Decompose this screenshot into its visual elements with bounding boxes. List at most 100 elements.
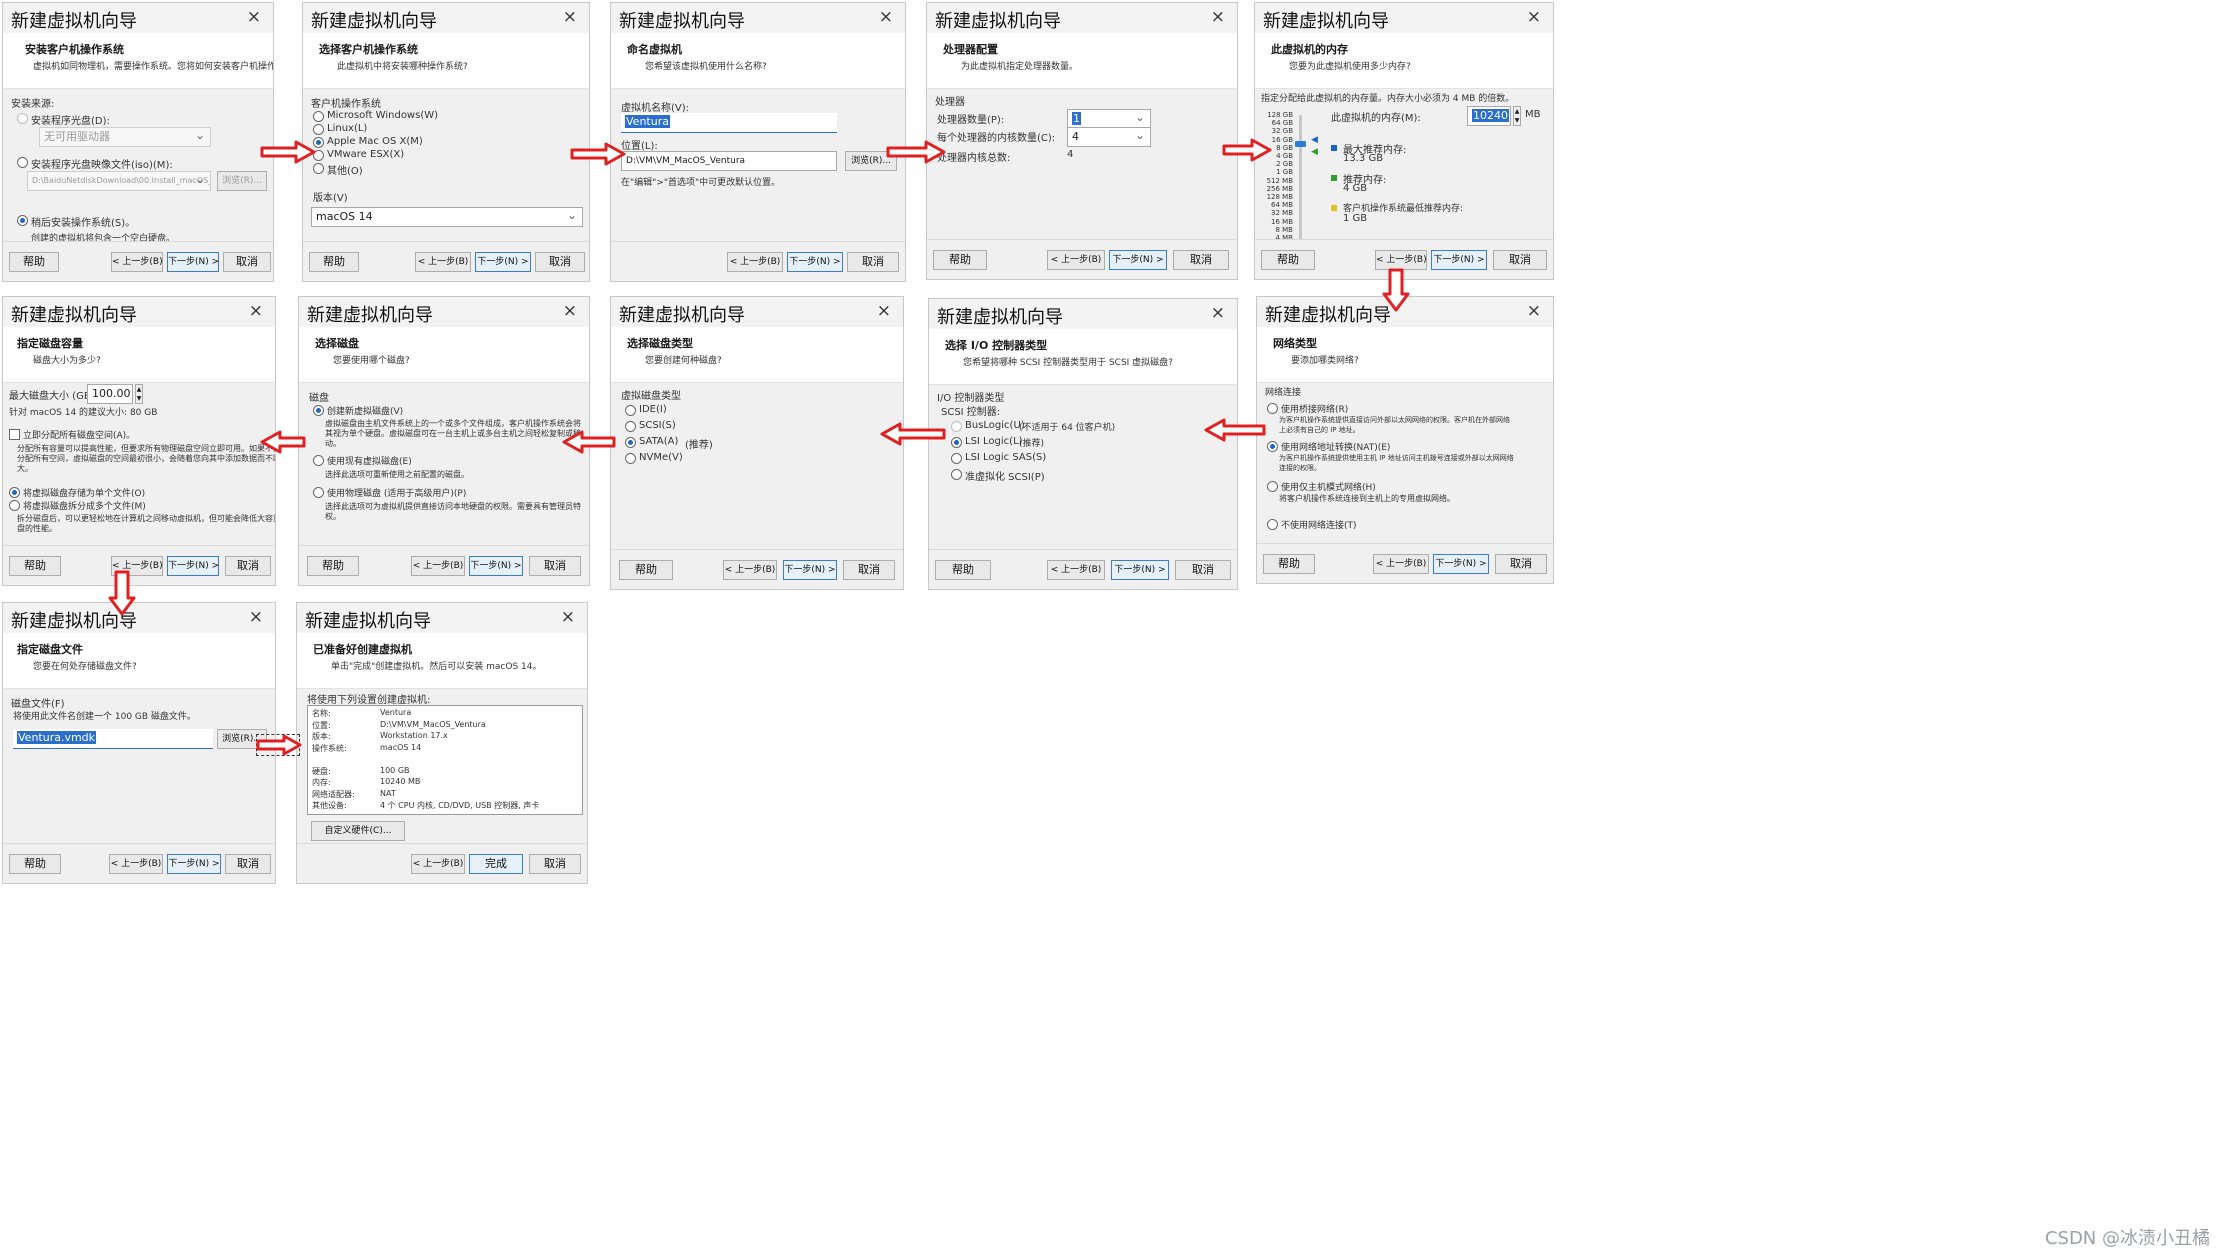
back-button[interactable]: < 上一步(B) <box>411 854 465 874</box>
close-icon[interactable]: × <box>249 301 263 321</box>
disk-file-input[interactable]: Ventura.vmdk <box>13 729 213 749</box>
back-button[interactable]: < 上一步(B) <box>1373 554 1429 574</box>
back-button[interactable]: < 上一步(B) <box>727 252 783 272</box>
step-heading: 选择客户机操作系统 <box>319 43 418 56</box>
cancel-button[interactable]: 取消 <box>1495 554 1547 574</box>
next-button[interactable]: 下一步(N) > <box>1431 250 1487 270</box>
close-icon[interactable]: × <box>1527 7 1541 27</box>
back-button[interactable]: < 上一步(B) <box>723 560 777 580</box>
close-icon[interactable]: × <box>879 7 893 27</box>
cancel-button[interactable]: 取消 <box>1173 250 1229 270</box>
radio-scsi[interactable] <box>625 421 636 432</box>
close-icon[interactable]: × <box>563 7 577 27</box>
back-button[interactable]: < 上一步(B) <box>1047 250 1105 270</box>
next-button[interactable]: 下一步(N) > <box>1109 250 1167 270</box>
close-icon[interactable]: × <box>247 7 261 27</box>
radio-paravirtual-scsi[interactable] <box>951 469 962 480</box>
cancel-button[interactable]: 取消 <box>529 556 581 576</box>
back-button[interactable]: < 上一步(B) <box>411 556 465 576</box>
cancel-button[interactable]: 取消 <box>535 252 585 272</box>
radio-linux[interactable] <box>313 124 324 135</box>
cancel-button[interactable]: 取消 <box>843 560 895 580</box>
help-button[interactable]: 帮助 <box>933 250 987 270</box>
close-icon[interactable]: × <box>1211 303 1225 323</box>
radio-new-disk[interactable] <box>313 405 324 416</box>
cancel-button[interactable]: 取消 <box>225 854 271 874</box>
help-button[interactable]: 帮助 <box>1261 250 1315 270</box>
next-button[interactable]: 下一步(N) > <box>1433 554 1489 574</box>
cancel-button[interactable]: 取消 <box>847 252 899 272</box>
next-button[interactable]: 下一步(N) > <box>1111 560 1169 580</box>
allocate-all-checkbox[interactable] <box>9 429 20 440</box>
help-button[interactable]: 帮助 <box>9 854 61 874</box>
back-button[interactable]: < 上一步(B) <box>415 252 471 272</box>
cancel-button[interactable]: 取消 <box>1175 560 1231 580</box>
disk-size-input[interactable]: 100.00 <box>87 384 133 404</box>
back-button[interactable]: < 上一步(B) <box>1375 250 1427 270</box>
browse-button[interactable]: 浏览(R)... <box>217 171 267 191</box>
close-icon[interactable]: × <box>877 301 891 321</box>
next-button[interactable]: 下一步(N) > <box>783 560 837 580</box>
next-button[interactable]: 下一步(N) > <box>167 854 221 874</box>
radio-nat[interactable] <box>1267 441 1278 452</box>
radio-multi-file[interactable] <box>9 500 20 511</box>
version-dropdown[interactable]: macOS 14 <box>311 207 583 227</box>
next-button[interactable]: 下一步(N) > <box>787 252 843 272</box>
cancel-button[interactable]: 取消 <box>529 854 581 874</box>
finish-button[interactable]: 完成 <box>469 854 523 874</box>
next-button[interactable]: 下一步(N) > <box>167 252 219 272</box>
disk-size-spinner[interactable]: ▲ ▼ <box>135 384 143 404</box>
help-button[interactable]: 帮助 <box>9 252 59 272</box>
cancel-button[interactable]: 取消 <box>223 252 271 272</box>
help-button[interactable]: 帮助 <box>619 560 673 580</box>
help-button[interactable]: 帮助 <box>1263 554 1315 574</box>
close-icon[interactable]: × <box>563 301 577 321</box>
processor-count-dropdown[interactable]: 1 <box>1067 109 1151 129</box>
radio-no-network[interactable] <box>1267 519 1278 530</box>
radio-lsi-logic[interactable] <box>951 437 962 448</box>
next-button[interactable]: 下一步(N) > <box>167 556 219 576</box>
location-input[interactable]: D:\VM\VM_MacOS_Ventura <box>621 151 837 171</box>
cancel-button[interactable]: 取消 <box>1493 250 1547 270</box>
memory-spinner[interactable]: ▲ ▼ <box>1513 106 1521 126</box>
step-subheading: 虚拟机如同物理机，需要操作系统。您将如何安装客户机操作系统? <box>33 62 274 72</box>
close-icon[interactable]: × <box>1211 7 1225 27</box>
next-button[interactable]: 下一步(N) > <box>469 556 523 576</box>
memory-input[interactable]: 10240 <box>1467 106 1511 126</box>
radio-existing-disk[interactable] <box>313 455 324 466</box>
radio-install-disc[interactable] <box>17 113 28 124</box>
back-button[interactable]: < 上一步(B) <box>109 854 163 874</box>
radio-physical-disk[interactable] <box>313 487 324 498</box>
disc-dropdown[interactable]: 无可用驱动器 <box>39 127 211 147</box>
iso-path-field[interactable]: D:\BaiduNetdiskDownload\00.Install_macOS… <box>27 171 211 191</box>
cores-dropdown[interactable]: 4 <box>1067 127 1151 147</box>
radio-ide[interactable] <box>625 405 636 416</box>
help-button[interactable]: 帮助 <box>9 556 61 576</box>
radio-host-only[interactable] <box>1267 481 1278 492</box>
back-button[interactable]: < 上一步(B) <box>1047 560 1105 580</box>
memory-slider-thumb[interactable] <box>1295 141 1306 147</box>
radio-lsi-logic-sas[interactable] <box>951 453 962 464</box>
help-button[interactable]: 帮助 <box>309 252 359 272</box>
help-button[interactable]: 帮助 <box>935 560 991 580</box>
back-button[interactable]: < 上一步(B) <box>111 252 163 272</box>
cancel-button[interactable]: 取消 <box>225 556 271 576</box>
radio-windows[interactable] <box>313 111 324 122</box>
radio-other[interactable] <box>313 163 324 174</box>
customize-hardware-button[interactable]: 自定义硬件(C)... <box>311 821 405 841</box>
radio-bridged[interactable] <box>1267 403 1278 414</box>
close-icon[interactable]: × <box>249 607 263 627</box>
radio-single-file[interactable] <box>9 487 20 498</box>
close-icon[interactable]: × <box>561 607 575 627</box>
vm-name-input[interactable]: Ventura <box>621 113 837 133</box>
radio-buslogic[interactable] <box>951 421 962 432</box>
close-icon[interactable]: × <box>1527 301 1541 321</box>
next-button[interactable]: 下一步(N) > <box>475 252 531 272</box>
summary-box: 名称: Ventura 位置: D:\VM\VM_MacOS_Ventura 版本: Wo… <box>307 705 583 815</box>
memory-slider-track[interactable] <box>1299 115 1302 239</box>
radio-install-iso[interactable] <box>17 157 28 168</box>
radio-sata[interactable] <box>625 437 636 448</box>
radio-install-later[interactable] <box>17 215 28 226</box>
help-button[interactable]: 帮助 <box>307 556 359 576</box>
radio-nvme[interactable] <box>625 453 636 464</box>
